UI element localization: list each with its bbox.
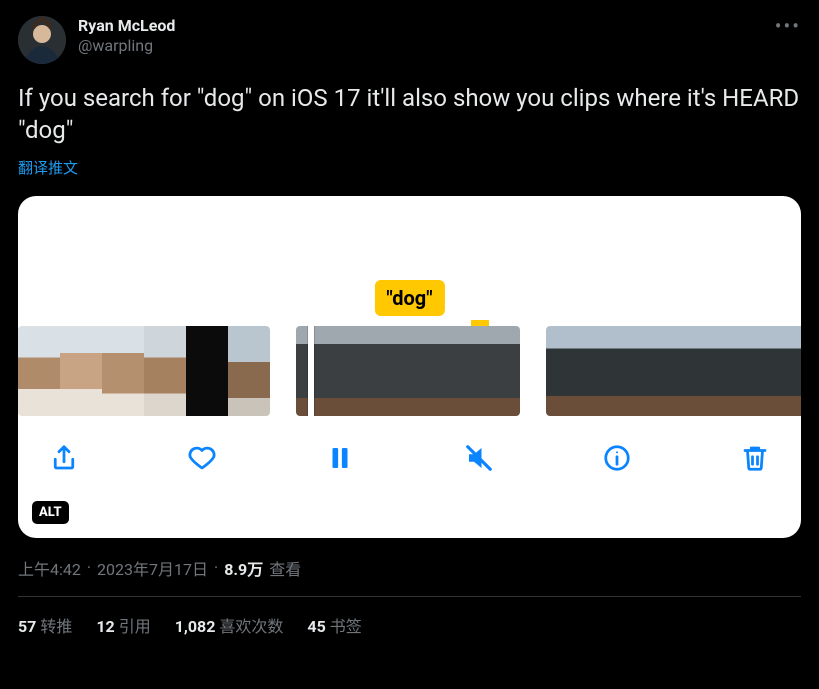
media-toolbar (18, 416, 801, 476)
stat-label: 书签 (330, 617, 362, 636)
stat-count: 1,082 (175, 617, 216, 636)
tweet-header: Ryan McLeod @warpling (18, 16, 801, 64)
clip-thumb[interactable] (546, 326, 801, 416)
stat-label: 喜欢次数 (219, 617, 283, 636)
trash-icon[interactable] (737, 440, 773, 476)
clip-thumb[interactable] (296, 326, 520, 416)
more-icon[interactable]: ••• (775, 14, 801, 38)
stat-likes[interactable]: 1,082喜欢次数 (175, 613, 284, 637)
handle[interactable]: @warpling (78, 36, 175, 56)
meta-dot: · (87, 558, 91, 577)
display-name[interactable]: Ryan McLeod (78, 16, 175, 36)
tweet-text: If you search for "dog" on iOS 17 it'll … (18, 82, 801, 147)
alt-badge[interactable]: ALT (32, 501, 69, 524)
stat-count: 57 (18, 617, 36, 636)
mute-icon[interactable] (461, 440, 497, 476)
translate-link[interactable]: 翻译推文 (18, 157, 801, 178)
views-label: 查看 (269, 556, 301, 580)
video-timeline[interactable] (18, 326, 801, 416)
clip-thumb[interactable] (18, 326, 270, 416)
stat-label: 转推 (40, 617, 72, 636)
search-tag: "dog" (374, 280, 444, 316)
meta-dot: · (214, 558, 218, 577)
stat-count: 45 (307, 617, 325, 636)
stat-quotes[interactable]: 12 引用 (96, 613, 150, 637)
media-card[interactable]: "dog" (18, 196, 801, 538)
stat-retweets[interactable]: 57转推 (18, 613, 72, 637)
playhead-marker (471, 320, 489, 326)
pause-icon[interactable] (322, 440, 358, 476)
author-names: Ryan McLeod @warpling (78, 16, 175, 56)
avatar[interactable] (18, 16, 66, 64)
info-icon[interactable] (599, 440, 635, 476)
share-icon[interactable] (46, 440, 82, 476)
stat-bookmarks[interactable]: 45 书签 (307, 613, 361, 637)
views-count: 8.9万 (224, 556, 263, 580)
media-whitespace: "dog" (18, 196, 801, 326)
tweet-stats: 57转推 12 引用 1,082喜欢次数 45 书签 (18, 597, 801, 637)
heart-icon[interactable] (184, 440, 220, 476)
tweet-container: Ryan McLeod @warpling ••• If you search … (0, 0, 819, 653)
meta-time[interactable]: 上午4:42 (18, 556, 81, 580)
stat-count: 12 (96, 617, 114, 636)
meta-date[interactable]: 2023年7月17日 (97, 556, 208, 580)
tweet-meta: 上午4:42 · 2023年7月17日 · 8.9万 查看 (18, 556, 801, 580)
playhead[interactable] (308, 326, 314, 416)
stat-label: 引用 (119, 617, 151, 636)
